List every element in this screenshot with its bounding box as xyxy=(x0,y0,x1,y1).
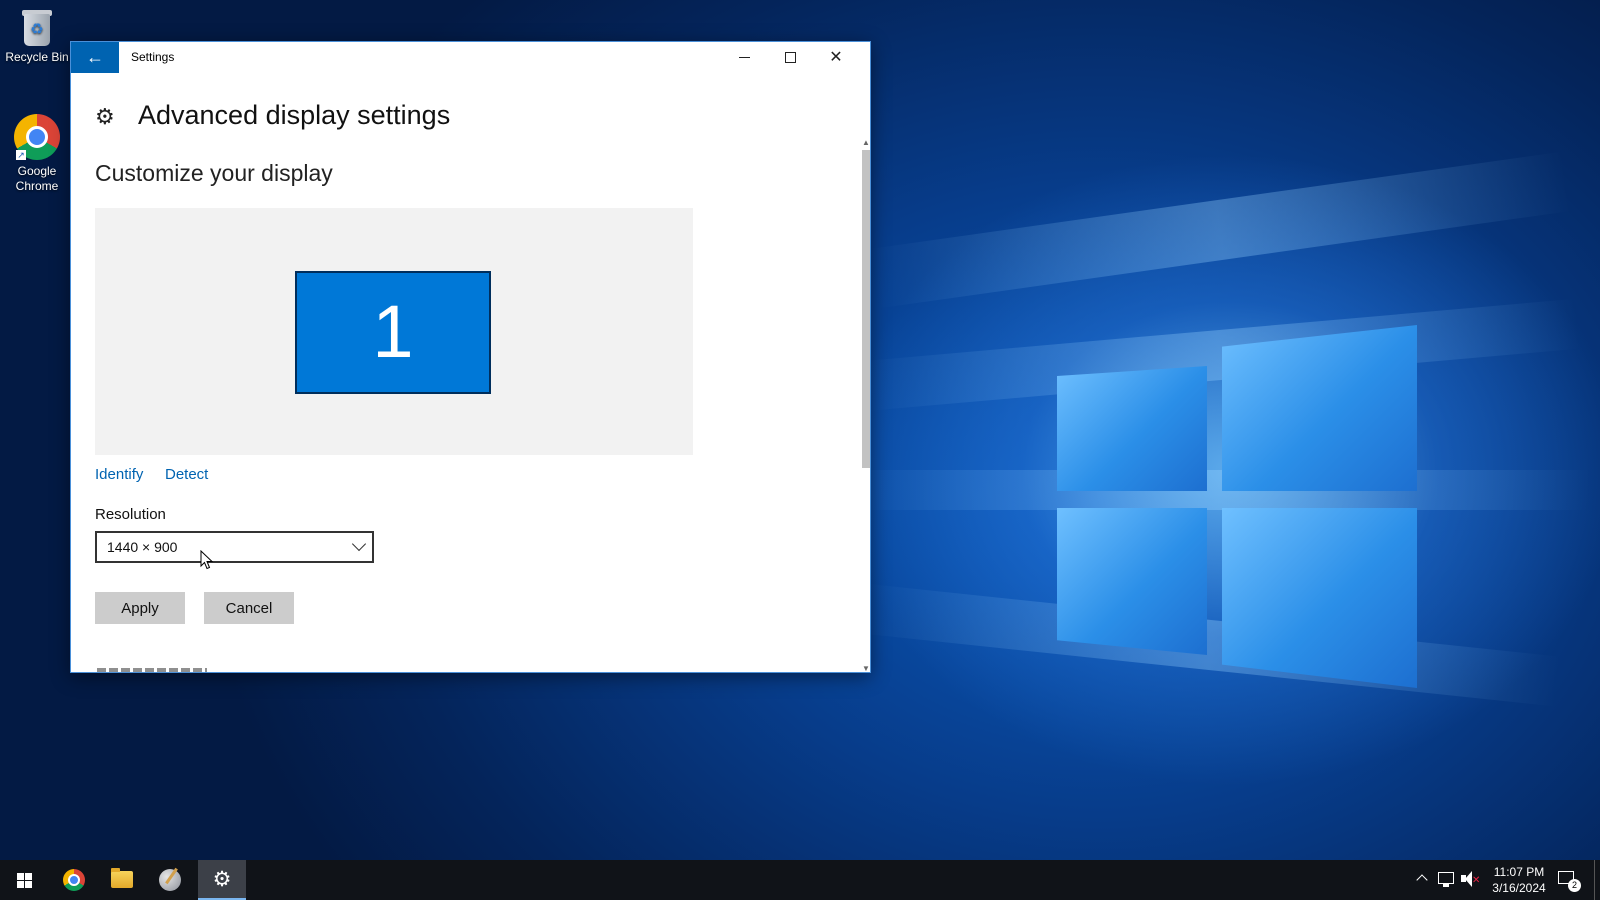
taskbar: ⚙ ✕ 11:07 PM 3/16/2024 2 xyxy=(0,860,1600,900)
back-button[interactable]: ← xyxy=(71,42,119,73)
action-center-button[interactable]: 2 xyxy=(1556,869,1581,892)
desktop-icon-label: Recycle Bin xyxy=(5,50,69,64)
display-arrangement-area: 1 xyxy=(95,208,693,455)
clipped-section-heading xyxy=(97,666,207,672)
taskbar-paint[interactable] xyxy=(146,860,194,900)
wallpaper-pane xyxy=(1057,508,1207,655)
window-title: Settings xyxy=(131,50,175,64)
chrome-icon xyxy=(63,869,85,891)
resolution-value: 1440 × 900 xyxy=(107,539,178,555)
clock[interactable]: 11:07 PM 3/16/2024 xyxy=(1486,864,1552,896)
detect-link[interactable]: Detect xyxy=(165,466,208,483)
back-arrow-icon: ← xyxy=(86,47,104,67)
scroll-thumb[interactable] xyxy=(862,150,870,468)
section-title: Customize your display xyxy=(95,160,333,186)
recycle-bin-icon: ♻ xyxy=(20,8,54,46)
windows-logo-icon xyxy=(17,873,32,888)
close-icon: ✕ xyxy=(829,49,843,66)
page-title: Advanced display settings xyxy=(138,100,451,130)
maximize-button[interactable] xyxy=(767,42,813,73)
resolution-label: Resolution xyxy=(95,506,166,523)
shortcut-arrow-icon: ↗ xyxy=(16,150,26,160)
desktop-icon-google-chrome[interactable]: ↗ Google Chrome xyxy=(0,114,74,194)
notification-count-badge: 2 xyxy=(1568,879,1581,892)
settings-window: ← Settings ✕ ⚙ Advanced display settings… xyxy=(70,41,871,673)
clock-time: 11:07 PM xyxy=(1493,865,1545,879)
apply-button[interactable]: Apply xyxy=(95,592,185,624)
network-icon[interactable] xyxy=(1438,872,1454,887)
title-bar[interactable]: ← Settings ✕ xyxy=(71,42,870,73)
desktop-icon-label: Google Chrome xyxy=(15,164,59,193)
volume-muted-icon[interactable]: ✕ xyxy=(1461,871,1480,887)
taskbar-settings[interactable]: ⚙ xyxy=(198,860,246,900)
show-desktop-button[interactable] xyxy=(1594,860,1600,900)
close-button[interactable]: ✕ xyxy=(813,42,859,73)
settings-icon: ⚙ xyxy=(212,868,232,891)
identify-link[interactable]: Identify xyxy=(95,466,143,483)
chevron-down-icon xyxy=(351,536,367,552)
cancel-button[interactable]: Cancel xyxy=(204,592,294,624)
monitor-tile[interactable]: 1 xyxy=(295,271,491,394)
minimize-icon xyxy=(738,57,750,59)
resolution-dropdown[interactable]: 1440 × 900 xyxy=(95,531,374,563)
chrome-icon: ↗ xyxy=(14,114,60,160)
taskbar-chrome[interactable] xyxy=(50,860,98,900)
vertical-scrollbar[interactable]: ▲ ▼ xyxy=(861,138,870,672)
wallpaper-pane xyxy=(1222,508,1417,688)
minimize-button[interactable] xyxy=(721,42,767,73)
scroll-up-icon[interactable]: ▲ xyxy=(861,138,870,148)
wallpaper-pane xyxy=(1057,366,1207,491)
maximize-icon xyxy=(784,52,796,64)
clock-date: 3/16/2024 xyxy=(1492,881,1546,895)
show-hidden-icons-chevron-icon[interactable] xyxy=(1416,872,1428,886)
scroll-down-icon[interactable]: ▼ xyxy=(861,664,870,672)
start-button[interactable] xyxy=(0,860,48,900)
wallpaper-pane xyxy=(1222,325,1417,491)
paint-icon xyxy=(159,869,181,891)
desktop-icon-recycle-bin[interactable]: ♻ Recycle Bin xyxy=(0,8,74,65)
taskbar-file-explorer[interactable] xyxy=(98,860,146,900)
gear-icon: ⚙ xyxy=(95,104,115,129)
file-explorer-icon xyxy=(111,868,133,888)
